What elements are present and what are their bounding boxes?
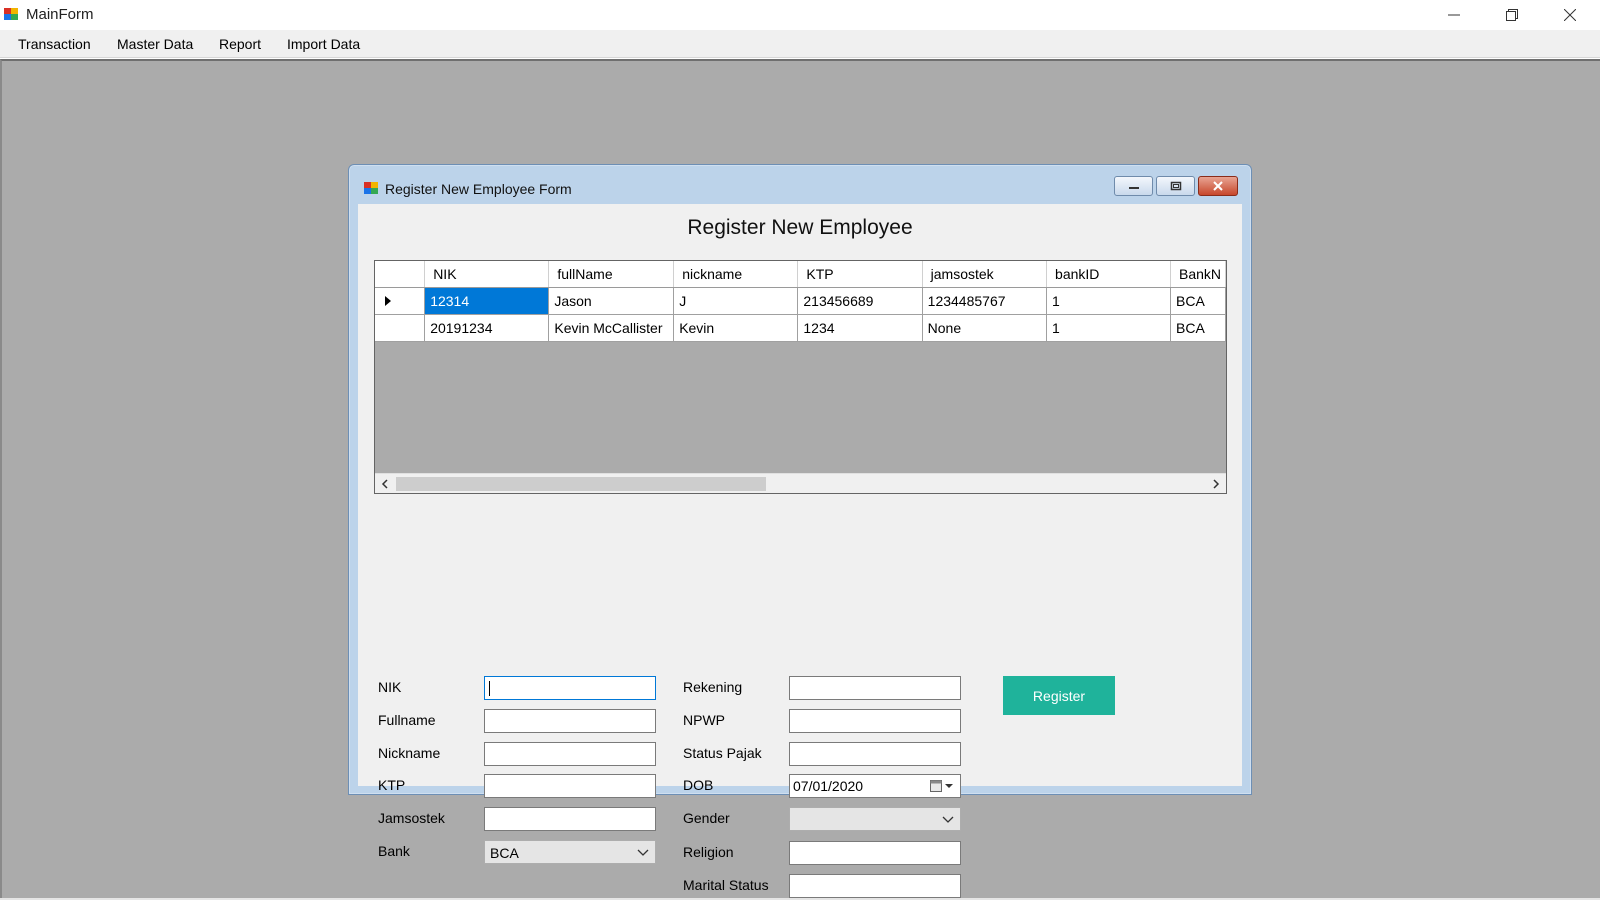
- restore-icon: [1506, 9, 1518, 21]
- menu-transaction[interactable]: Transaction: [18, 36, 91, 52]
- calendar-dropdown-icon[interactable]: [930, 779, 954, 793]
- scroll-left-button[interactable]: [375, 474, 395, 493]
- maximize-icon: [1170, 181, 1181, 191]
- marital-status-input[interactable]: [789, 874, 961, 898]
- rekening-input[interactable]: [789, 676, 961, 700]
- menu-import-data[interactable]: Import Data: [287, 36, 360, 52]
- grid-cell[interactable]: 12314: [424, 287, 550, 315]
- npwp-label: NPWP: [683, 712, 725, 728]
- nik-label: NIK: [378, 679, 402, 695]
- nik-input[interactable]: [484, 676, 656, 700]
- grid-column-header[interactable]: bankID: [1046, 261, 1171, 288]
- app-icon: [4, 8, 18, 20]
- chevron-left-icon: [381, 479, 388, 489]
- grid-cell[interactable]: Kevin: [673, 314, 799, 342]
- register-button[interactable]: Register: [1003, 676, 1115, 715]
- religion-label: Religion: [683, 844, 734, 860]
- grid-cell[interactable]: J: [673, 287, 799, 315]
- child-maximize-button[interactable]: [1156, 176, 1195, 196]
- grid-cell[interactable]: None: [922, 314, 1048, 342]
- current-row-arrow-icon: [385, 295, 391, 306]
- grid-cell[interactable]: BCA: [1170, 314, 1226, 342]
- form-heading: Register New Employee: [687, 216, 913, 239]
- scroll-right-button[interactable]: [1206, 474, 1226, 493]
- nickname-input[interactable]: [484, 742, 656, 766]
- row-header-current[interactable]: [375, 287, 426, 315]
- employee-table: NIK fullName nickname KTP jamsostek bank…: [375, 261, 1226, 342]
- form-icon: [364, 182, 378, 194]
- bank-select[interactable]: BCA: [484, 840, 656, 864]
- minimize-icon: [1448, 14, 1460, 16]
- minimize-icon: [1128, 187, 1139, 189]
- scrollbar-thumb[interactable]: [396, 477, 766, 491]
- grid-cell[interactable]: 20191234: [424, 314, 550, 342]
- gender-select[interactable]: [789, 807, 961, 831]
- grid-column-header[interactable]: nickname: [673, 261, 799, 288]
- text-caret: [489, 681, 490, 696]
- fullname-input[interactable]: [484, 709, 656, 733]
- dob-value: 07/01/2020: [793, 778, 864, 794]
- marital-status-label: Marital Status: [683, 877, 769, 893]
- grid-cell[interactable]: BCA: [1170, 287, 1226, 315]
- table-row[interactable]: 20191234 Kevin McCallister Kevin 1234 No…: [375, 314, 1226, 342]
- menubar: Transaction Master Data Report Import Da…: [0, 30, 1600, 58]
- grid-header-row: NIK fullName nickname KTP jamsostek bank…: [375, 261, 1226, 288]
- grid-cell[interactable]: 213456689: [797, 287, 923, 315]
- grid-cell[interactable]: 1234: [797, 314, 923, 342]
- rekening-label: Rekening: [683, 679, 743, 695]
- grid-column-header[interactable]: KTP: [797, 261, 923, 288]
- bank-label: Bank: [378, 843, 410, 859]
- grid-cell[interactable]: 1: [1046, 287, 1171, 315]
- fullname-label: Fullname: [378, 712, 436, 728]
- minimize-button[interactable]: [1425, 0, 1483, 30]
- religion-input[interactable]: [789, 841, 961, 865]
- dob-label: DOB: [683, 777, 714, 793]
- status-pajak-input[interactable]: [789, 742, 961, 766]
- dob-date-picker[interactable]: 07/01/2020: [789, 774, 961, 798]
- grid-cell[interactable]: Jason: [548, 287, 675, 315]
- close-button[interactable]: [1541, 0, 1599, 30]
- form-client-area: Register New Employee NIK fullName nickn…: [358, 204, 1242, 898]
- grid-column-header[interactable]: fullName: [548, 261, 675, 288]
- close-icon: [1564, 9, 1576, 21]
- chevron-down-icon: [942, 816, 954, 823]
- child-window-title: Register New Employee Form: [385, 181, 572, 197]
- jamsostek-input[interactable]: [484, 807, 656, 831]
- grid-cell[interactable]: 1234485767: [922, 287, 1048, 315]
- grid-cell[interactable]: 1: [1046, 314, 1171, 342]
- grid-horizontal-scrollbar[interactable]: [375, 473, 1226, 493]
- grid-corner-cell: [375, 261, 426, 288]
- menu-report[interactable]: Report: [219, 36, 261, 52]
- chevron-right-icon: [1213, 479, 1220, 489]
- child-minimize-button[interactable]: [1114, 176, 1153, 196]
- chevron-down-icon: [637, 849, 649, 856]
- bank-select-value: BCA: [490, 845, 519, 861]
- menu-master-data[interactable]: Master Data: [117, 36, 193, 52]
- restore-button[interactable]: [1483, 0, 1541, 30]
- row-header[interactable]: [375, 314, 426, 342]
- ktp-label: KTP: [378, 777, 406, 793]
- close-icon: [1213, 181, 1223, 191]
- status-pajak-label: Status Pajak: [683, 745, 762, 761]
- child-close-button[interactable]: [1198, 176, 1238, 196]
- employee-grid[interactable]: NIK fullName nickname KTP jamsostek bank…: [374, 260, 1227, 494]
- npwp-input[interactable]: [789, 709, 961, 733]
- main-window-title: MainForm: [26, 6, 94, 23]
- table-row[interactable]: 12314 Jason J 213456689 1234485767 1 BCA: [375, 287, 1226, 315]
- main-titlebar: MainForm: [0, 0, 1600, 30]
- grid-column-header[interactable]: BankN: [1170, 261, 1226, 288]
- grid-column-header[interactable]: jamsostek: [922, 261, 1048, 288]
- nickname-label: Nickname: [378, 745, 441, 761]
- register-employee-window: Register New Employee Form Register New …: [348, 164, 1252, 898]
- grid-cell[interactable]: Kevin McCallister: [548, 314, 675, 342]
- grid-column-header[interactable]: NIK: [424, 261, 550, 288]
- ktp-input[interactable]: [484, 774, 656, 798]
- gender-label: Gender: [683, 810, 730, 826]
- jamsostek-label: Jamsostek: [378, 810, 445, 826]
